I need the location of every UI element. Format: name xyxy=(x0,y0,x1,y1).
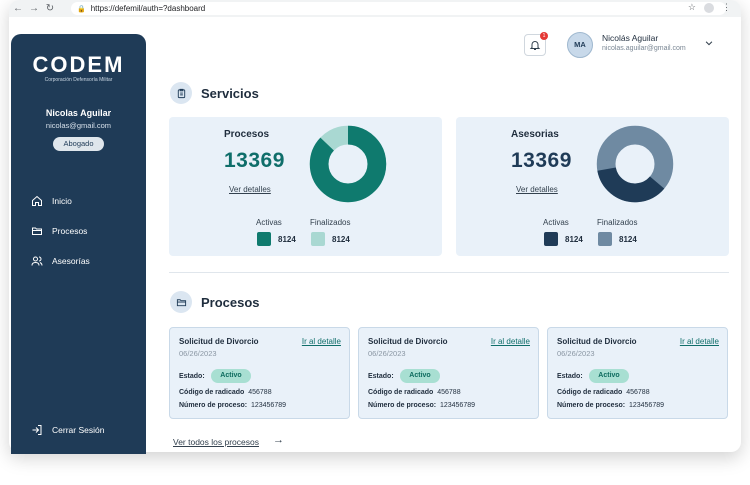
clipboard-icon xyxy=(170,82,192,104)
stat-card-asesorias: Asesorias 13369 Ver detalles Activas Fin… xyxy=(456,117,729,256)
radicado-label: Código de radicado xyxy=(179,389,245,396)
stat-title: Procesos xyxy=(224,129,270,140)
stat-value: 13369 xyxy=(511,149,572,172)
sidebar-user-name: Nicolas Aguilar xyxy=(45,108,112,118)
legend-swatch-activas xyxy=(544,232,558,246)
sidebar: CODEM Corporación Defensoría Militar Nic… xyxy=(11,34,146,454)
arrow-right-icon[interactable]: → xyxy=(273,434,284,446)
lock-icon: 🔒 xyxy=(77,5,86,13)
process-card: Solicitud de Divorcio Ir al detalle 06/2… xyxy=(358,327,539,419)
section-divider xyxy=(169,272,729,273)
processes-title: Procesos xyxy=(201,295,260,310)
status-label: Estado: xyxy=(179,373,205,380)
process-detail-link[interactable]: Ir al detalle xyxy=(302,337,341,346)
logout-button[interactable]: Cerrar Sesión xyxy=(31,424,104,436)
more-icon[interactable]: ⋮ xyxy=(722,2,731,13)
back-icon[interactable]: ← xyxy=(11,3,25,14)
numero-label: Número de proceso: xyxy=(179,402,248,409)
radicado-label: Código de radicado xyxy=(368,389,434,396)
radicado-value: 456788 xyxy=(248,389,272,396)
view-details-link[interactable]: Ver detalles xyxy=(229,185,271,194)
legend-label-finalizados: Finalizados xyxy=(597,218,638,227)
bell-icon xyxy=(529,41,541,50)
view-details-link[interactable]: Ver detalles xyxy=(516,185,558,194)
legend-swatch-activas xyxy=(257,232,271,246)
avatar[interactable]: MA xyxy=(567,32,593,58)
logout-label: Cerrar Sesión xyxy=(52,425,105,435)
reload-icon[interactable]: ↻ xyxy=(43,3,57,14)
legend-value-finalizados: 8124 xyxy=(619,235,637,244)
legend-swatch-finalizados xyxy=(311,232,325,246)
numero-value: 123456789 xyxy=(250,402,287,409)
header-user-email: nicolas.aguilar@gmail.com xyxy=(602,45,686,52)
process-date: 06/26/2023 xyxy=(179,349,217,358)
sidebar-item-asesorias[interactable]: Asesorías xyxy=(31,255,90,267)
header-user-name: Nicolás Aguilar xyxy=(602,33,659,43)
process-date: 06/26/2023 xyxy=(557,349,595,358)
legend-label-activas: Activas xyxy=(256,218,282,227)
bookmark-star-icon[interactable]: ☆ xyxy=(688,2,696,13)
process-date: 06/26/2023 xyxy=(368,349,406,358)
sidebar-item-label: Asesorías xyxy=(52,256,90,266)
radicado-value: 456788 xyxy=(437,389,461,396)
home-icon xyxy=(32,195,42,206)
services-title: Servicios xyxy=(201,86,259,101)
stat-value: 13369 xyxy=(224,149,285,172)
sidebar-item-inicio[interactable]: Inicio xyxy=(31,195,72,207)
sidebar-user-email: nicolas@gmail.com xyxy=(45,121,112,130)
address-bar[interactable]: 🔒 https://defemil/auth=?dashboard xyxy=(71,2,726,15)
status-label: Estado: xyxy=(368,373,394,380)
legend-swatch-finalizados xyxy=(598,232,612,246)
process-detail-link[interactable]: Ir al detalle xyxy=(491,337,530,346)
legend-value-activas: 8124 xyxy=(565,235,583,244)
process-card: Solicitud de Divorcio Ir al detalle 06/2… xyxy=(169,327,350,419)
logo-subtitle: Corporación Defensoría Militar xyxy=(44,77,113,83)
radicado-label: Código de radicado xyxy=(557,389,623,396)
forward-icon[interactable]: → xyxy=(27,3,41,14)
numero-value: 123456789 xyxy=(439,402,476,409)
legend-label-activas: Activas xyxy=(543,218,569,227)
donut-chart xyxy=(309,125,387,203)
status-badge: Activo xyxy=(211,369,251,383)
sidebar-item-label: Inicio xyxy=(52,196,72,206)
see-all-processes-link[interactable]: Ver todos los procesos xyxy=(173,437,259,447)
process-title: Solicitud de Divorcio xyxy=(557,337,637,346)
process-card: Solicitud de Divorcio Ir al detalle 06/2… xyxy=(547,327,728,419)
users-icon xyxy=(31,256,43,266)
folder-icon xyxy=(170,291,192,313)
chevron-down-icon[interactable] xyxy=(704,38,714,50)
notification-badge: 1 xyxy=(540,32,548,40)
role-badge: Abogado xyxy=(53,137,104,151)
status-label: Estado: xyxy=(557,373,583,380)
status-badge: Activo xyxy=(589,369,629,383)
status-badge: Activo xyxy=(400,369,440,383)
legend-label-finalizados: Finalizados xyxy=(310,218,351,227)
folder-icon xyxy=(32,227,42,235)
logo: CODEM xyxy=(32,52,125,77)
numero-value: 123456789 xyxy=(628,402,665,409)
stat-card-procesos: Procesos 13369 Ver detalles Activas Fina… xyxy=(169,117,442,256)
logout-icon xyxy=(32,425,42,435)
donut-chart xyxy=(596,125,674,203)
legend-value-activas: 8124 xyxy=(278,235,296,244)
process-title: Solicitud de Divorcio xyxy=(368,337,448,346)
numero-label: Número de proceso: xyxy=(368,402,437,409)
notifications-button[interactable]: 1 xyxy=(524,32,548,56)
legend-value-finalizados: 8124 xyxy=(332,235,350,244)
sidebar-item-procesos[interactable]: Procesos xyxy=(31,225,87,237)
stat-title: Asesorias xyxy=(511,129,559,140)
numero-label: Número de proceso: xyxy=(557,402,626,409)
browser-toolbar: ← → ↻ 🔒 https://defemil/auth=?dashboard … xyxy=(9,0,741,17)
profile-icon[interactable] xyxy=(704,2,714,13)
sidebar-item-label: Procesos xyxy=(52,226,88,236)
url-text: https://defemil/auth=?dashboard xyxy=(90,4,206,13)
radicado-value: 456788 xyxy=(626,389,650,396)
process-title: Solicitud de Divorcio xyxy=(179,337,259,346)
process-detail-link[interactable]: Ir al detalle xyxy=(680,337,719,346)
